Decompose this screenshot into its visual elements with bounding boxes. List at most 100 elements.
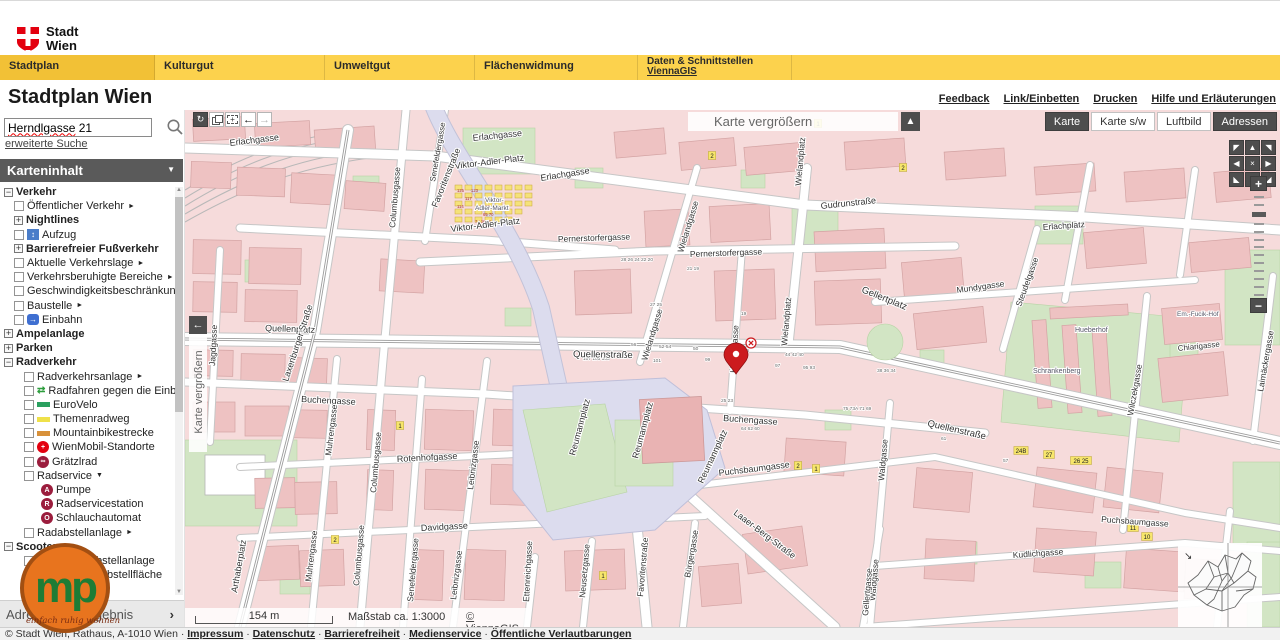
layer-label[interactable]: Schlauchautomat xyxy=(56,512,141,524)
pan-e-icon[interactable]: ▶ xyxy=(1261,156,1276,171)
layer-label[interactable]: Parken xyxy=(16,342,53,354)
drucken-link[interactable]: Drucken xyxy=(1093,93,1137,105)
layer-item[interactable]: Themenradweg xyxy=(0,412,176,426)
feedback-link[interactable]: Feedback xyxy=(939,93,990,105)
submenu-arrow-icon[interactable]: ► xyxy=(136,373,143,380)
expand-icon[interactable]: + xyxy=(14,244,23,253)
zoom-box-icon[interactable]: + xyxy=(225,112,240,127)
scrollbar-thumb[interactable] xyxy=(175,197,183,412)
zoom-slider-handle[interactable] xyxy=(1252,212,1266,217)
layer-checkbox[interactable] xyxy=(14,258,24,268)
layer-label[interactable]: Radabstellanlage xyxy=(37,527,122,539)
viennagis-copyright-link[interactable]: © ViennaGIS xyxy=(466,611,530,627)
pan-mode-icon[interactable]: ↻ xyxy=(193,112,208,127)
tab-kulturgut[interactable]: Kulturgut xyxy=(155,55,325,80)
layer-label[interactable]: Geschwindigkeitsbeschränkung xyxy=(27,285,176,297)
link-einbetten-link[interactable]: Link/Einbetten xyxy=(1004,93,1080,105)
layer-item[interactable]: +Barrierefreier Fußverkehr xyxy=(0,242,176,256)
medienservice-link[interactable]: Medienservice xyxy=(409,628,481,640)
layer-checkbox[interactable] xyxy=(14,301,24,311)
expand-icon[interactable]: + xyxy=(14,216,23,225)
layer-label[interactable]: Mountainbikestrecke xyxy=(53,427,154,439)
layer-label[interactable]: Aufzug xyxy=(42,229,76,241)
karteninhalt-header[interactable]: Karteninhalt ▼ xyxy=(0,159,183,182)
inset-toggle-arrow-icon[interactable]: ↘ xyxy=(1184,551,1192,562)
layer-checkbox[interactable] xyxy=(24,457,34,467)
layer-item[interactable]: Aktuelle Verkehrslage ► xyxy=(0,256,176,270)
layer-checkbox[interactable] xyxy=(24,372,34,382)
layer-label[interactable]: Verkehrsberuhigte Bereiche xyxy=(27,271,163,283)
layer-item[interactable]: −Radverkehr xyxy=(0,355,176,369)
tab-umweltgut[interactable]: Umweltgut xyxy=(325,55,475,80)
layer-label[interactable]: Radservice xyxy=(37,470,92,482)
viennagis-link[interactable]: ViennaGIS xyxy=(647,67,791,77)
layer-checkbox[interactable] xyxy=(24,386,34,396)
map-canvas[interactable]: 125123117114102 8565 7074 16 1521224B272… xyxy=(185,110,1280,627)
layer-item[interactable]: −Verkehr xyxy=(0,185,176,199)
submenu-arrow-icon[interactable]: ► xyxy=(128,203,135,210)
search-input[interactable]: Herndlgasse 21 xyxy=(4,118,152,137)
submenu-arrow-icon[interactable]: ► xyxy=(137,260,144,267)
layer-label[interactable]: Grätzlrad xyxy=(52,456,97,468)
verlautbarungen-link[interactable]: Öffentliche Verlautbarungen xyxy=(491,628,632,640)
scroll-up-icon[interactable]: ▲ xyxy=(175,187,183,193)
collapse-up-icon[interactable]: ▲ xyxy=(901,112,920,131)
layer-item[interactable]: Radabstellanlage ► xyxy=(0,526,176,540)
layer-item[interactable]: +WienMobil-Standorte xyxy=(0,440,176,454)
datenschutz-link[interactable]: Datenschutz xyxy=(253,628,315,640)
layer-checkbox[interactable] xyxy=(14,286,24,296)
layer-label[interactable]: Barrierefreier Fußverkehr xyxy=(26,243,159,255)
layer-checkbox[interactable] xyxy=(24,400,34,410)
pan-sw-icon[interactable]: ◣ xyxy=(1229,172,1244,187)
close-result-icon[interactable] xyxy=(746,338,756,348)
layer-checkbox[interactable] xyxy=(24,414,34,424)
search-icon[interactable] xyxy=(160,117,180,137)
zoom-out-button[interactable]: − xyxy=(1250,298,1267,313)
layer-label[interactable]: EuroVelo xyxy=(53,399,98,411)
barrierefreiheit-link[interactable]: Barrierefreiheit xyxy=(324,628,399,640)
layer-checkbox[interactable] xyxy=(14,315,24,325)
zoom-in-button[interactable]: + xyxy=(1250,176,1267,191)
layer-label[interactable]: Pumpe xyxy=(56,484,91,496)
layer-item[interactable]: RRadservicestation xyxy=(0,497,176,511)
layer-label[interactable]: Verkehr xyxy=(16,186,56,198)
select-extent-icon[interactable] xyxy=(209,112,224,127)
layer-checkbox[interactable] xyxy=(24,442,34,452)
layer-label[interactable]: WienMobil-Standorte xyxy=(52,441,155,453)
enlarge-map-strip[interactable]: Karte vergrößern xyxy=(189,336,207,452)
layer-item[interactable]: Geschwindigkeitsbeschränkung► xyxy=(0,284,176,298)
layer-checkbox[interactable] xyxy=(24,471,34,481)
layer-label[interactable]: Themenradweg xyxy=(53,413,129,425)
layer-item[interactable]: +Parken xyxy=(0,341,176,355)
layer-label[interactable]: Baustelle xyxy=(27,300,72,312)
layer-label[interactable]: Radverkehrsanlage xyxy=(37,371,132,383)
layer-item[interactable]: ↕Aufzug xyxy=(0,228,176,242)
overview-inset-map[interactable]: ↘ xyxy=(1178,543,1262,627)
submenu-open-icon[interactable]: ▼ xyxy=(96,472,103,479)
layer-checkbox[interactable] xyxy=(24,428,34,438)
submenu-arrow-icon[interactable]: ► xyxy=(76,302,83,309)
layer-label[interactable]: Ampelanlage xyxy=(16,328,84,340)
layer-checkbox[interactable] xyxy=(14,201,24,211)
recenter-icon[interactable]: × xyxy=(1245,156,1260,171)
layer-item[interactable]: Mountainbikestrecke xyxy=(0,426,176,440)
layer-label[interactable]: Radservicestation xyxy=(56,498,143,510)
collapse-icon[interactable]: − xyxy=(4,542,13,551)
layer-item[interactable]: OSchlauchautomat xyxy=(0,511,176,525)
submenu-arrow-icon[interactable]: ► xyxy=(167,274,174,281)
layer-item[interactable]: Verkehrsberuhigte Bereiche ► xyxy=(0,270,176,284)
layer-item[interactable]: →Einbahn xyxy=(0,313,176,327)
tree-scrollbar[interactable]: ▲ ▼ xyxy=(175,187,183,595)
layer-item[interactable]: Radverkehrsanlage ► xyxy=(0,369,176,383)
basemap-karte-sw-button[interactable]: Karte s/w xyxy=(1091,112,1155,131)
submenu-arrow-icon[interactable]: ► xyxy=(126,529,133,536)
layer-checkbox[interactable] xyxy=(14,272,24,282)
basemap-karte-button[interactable]: Karte xyxy=(1045,112,1089,131)
layer-item[interactable]: Öffentlicher Verkehr► xyxy=(0,199,176,213)
layer-label[interactable]: Aktuelle Verkehrslage xyxy=(27,257,133,269)
layer-label[interactable]: Einbahn xyxy=(42,314,82,326)
pan-ne-icon[interactable]: ◥ xyxy=(1261,140,1276,155)
layer-item[interactable]: +Ampelanlage xyxy=(0,327,176,341)
previous-extent-icon[interactable]: ← xyxy=(241,112,256,127)
impressum-link[interactable]: Impressum xyxy=(187,628,243,640)
